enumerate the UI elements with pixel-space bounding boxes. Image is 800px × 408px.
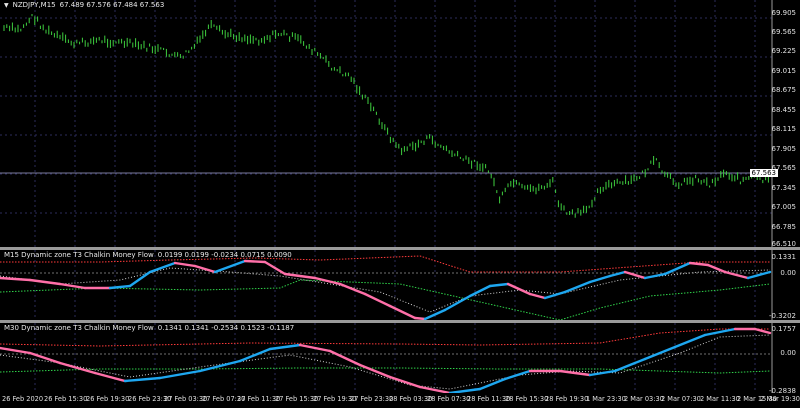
indicator-line-segment (128, 270, 152, 288)
indicator-chart-m30[interactable] (0, 323, 800, 393)
price-label-0: 69.905 (771, 9, 797, 17)
time-label: 28 Feb 11:30 (467, 395, 511, 403)
time-label: 2 Mar 19:30 (760, 395, 800, 403)
time-label: 28 Feb 15:30 (505, 395, 549, 403)
price-label-6: 68.115 (771, 125, 797, 133)
indicator-line-segment (123, 376, 162, 383)
price-label-10: 67.005 (771, 203, 797, 211)
indicator-line-segment (388, 375, 422, 389)
indicator-line-segment (193, 264, 217, 274)
indicator-line-segment (488, 282, 510, 288)
indicator-line-segment (363, 292, 392, 308)
time-label: 28 Feb 07:30 (427, 395, 471, 403)
m30-scale-top: 0.1757 (771, 325, 797, 333)
indicator-chart-m15[interactable] (0, 250, 800, 320)
main-chart-title: ▼ NZDJPY,M15 67.489 67.576 67.484 67.563 (4, 1, 168, 9)
indicator-line-segment (148, 261, 177, 274)
indicator-line-segment (528, 292, 547, 300)
time-label: 27 Feb 15:30 (275, 395, 319, 403)
indicator-title-m15: M15 Dynamic zone T3 Chalkin Money Flow 0.… (4, 251, 296, 259)
indicator-title-m30: M30 Dynamic zone T3 Chalkin Money Flow 0.… (4, 324, 298, 332)
symbol-label: NZDJPY,M15 (12, 1, 56, 9)
indicator-line-segment (706, 263, 727, 274)
price-label-5: 68.455 (771, 106, 797, 114)
indicator-line-segment (93, 371, 127, 383)
time-label: 2 Mar 11:30 (700, 395, 740, 403)
triangle-down-icon[interactable]: ▼ (4, 2, 9, 9)
price-label-4: 68.675 (771, 86, 797, 94)
time-axis: 26 Feb 2020 26 Feb 15:30 26 Feb 19:30 26 Fe… (0, 393, 800, 408)
main-chart-pane[interactable]: ▼ NZDJPY,M15 67.489 67.576 67.484 67.563 6… (0, 0, 800, 248)
indicator-line-segment (688, 261, 710, 267)
indicator-values-m30: 0.1341 0.1341 -0.2534 0.1523 -0.1187 (157, 324, 295, 332)
indicator-line-segment (298, 343, 332, 353)
indicator-line-segment (746, 270, 772, 280)
indicator-line-segment (388, 304, 417, 320)
time-label: 27 Feb 23:30 (350, 395, 394, 403)
indicator-pane-m15[interactable]: M15 Dynamic zone T3 Chalkin Money Flow 0.… (0, 250, 800, 320)
indicator-line-segment (243, 259, 267, 264)
m15-scale-mid: 0.00 (780, 269, 796, 277)
price-label-2: 69.225 (771, 47, 797, 55)
indicator-line-segment (503, 369, 532, 381)
indicator-line-segment (108, 284, 132, 290)
indicator-line-segment (563, 280, 592, 294)
time-label: 27 Feb 03:30 (164, 395, 208, 403)
time-label: 1 Mar 23:30 (586, 395, 626, 403)
price-label-3: 69.015 (771, 67, 797, 75)
indicator-name-m15: M15 Dynamic zone T3 Chalkin Money Flow (4, 251, 154, 259)
indicator-line-segment (588, 274, 612, 284)
current-price-box: 67.563 (749, 169, 778, 177)
price-label-9: 67.345 (771, 184, 797, 192)
indicator-line-segment (478, 377, 507, 391)
time-label: 26 Feb 2020 (2, 395, 44, 403)
ohlc-values: 67.489 67.576 67.484 67.563 (59, 1, 165, 9)
indicator-line-segment (173, 261, 197, 268)
m30-scale-mid: 0.00 (780, 349, 796, 357)
indicator-line-segment (703, 327, 737, 337)
price-label-11: 66.785 (771, 223, 797, 231)
indicator-line-segment (753, 327, 772, 335)
indicator-pane-m30[interactable]: M30 Dynamic zone T3 Chalkin Money Flow 0.… (0, 323, 800, 395)
price-label-7: 67.905 (771, 145, 797, 153)
indicator-line-segment (413, 316, 427, 320)
indicator-line-segment (198, 359, 242, 373)
time-label: 26 Feb 15:30 (44, 395, 88, 403)
time-label: 27 Feb 11:30 (237, 395, 281, 403)
m15-scale-top: 0.1331 (771, 253, 797, 261)
time-label: 28 Feb 03:30 (389, 395, 433, 403)
indicator-line-segment (468, 284, 492, 298)
time-label: 26 Feb 19:30 (86, 395, 130, 403)
indicator-line-segment (643, 272, 667, 280)
indicator-line-segment (338, 282, 367, 296)
indicator-line-segment (213, 259, 247, 274)
indicator-line-segment (643, 345, 677, 361)
time-label: 28 Feb 19:30 (545, 395, 589, 403)
indicator-name-m30: M30 Dynamic zone T3 Chalkin Money Flow (4, 324, 154, 332)
m15-scale-bottom: -0.3202 (768, 312, 796, 320)
indicator-line-segment (58, 361, 97, 375)
indicator-line-segment (443, 294, 472, 312)
indicator-line-segment (263, 260, 287, 276)
price-label-1: 69.565 (771, 28, 797, 36)
time-label: 2 Mar 03:30 (624, 395, 664, 403)
indicator-line-segment (543, 290, 567, 300)
indicator-line-segment (588, 369, 617, 377)
time-label: 2 Mar 07:30 (661, 395, 701, 403)
indicator-line-segment (0, 276, 32, 282)
indicator-line-segment (0, 346, 32, 355)
indicator-values-m15: 0.0199 0.0199 -0.0234 0.0715 0.0090 (157, 251, 292, 259)
indicator-line-segment (58, 282, 87, 290)
indicator-line-segment (663, 261, 692, 276)
indicator-line-segment (268, 343, 302, 351)
price-chart[interactable] (0, 0, 800, 248)
indicator-line-segment (506, 282, 532, 296)
